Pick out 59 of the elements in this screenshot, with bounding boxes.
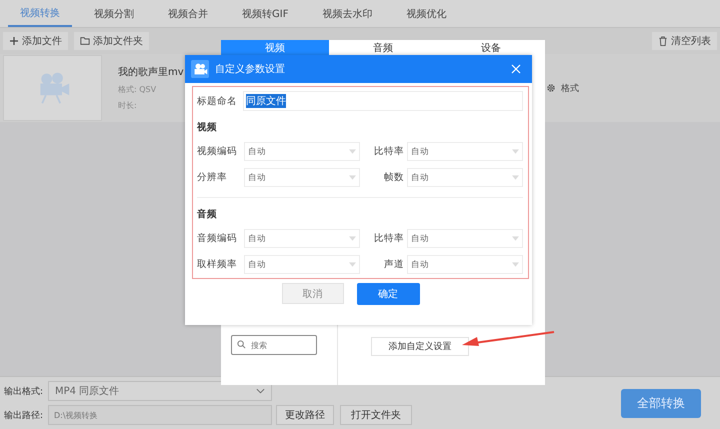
add-file-button[interactable]: 添加文件	[3, 32, 68, 50]
cancel-button[interactable]: 取消	[282, 283, 344, 304]
dropdown-arrow-icon	[349, 149, 356, 154]
output-format-dropdown[interactable]: MP4 同原文件	[48, 381, 272, 401]
add-folder-button[interactable]: 添加文件夹	[74, 32, 149, 50]
clear-list-button[interactable]: 清空列表	[652, 32, 717, 50]
setting-dropdown[interactable]: 自动	[407, 168, 523, 187]
setting-dropdown[interactable]: 自动	[407, 229, 523, 248]
field-label: 帧数	[383, 171, 404, 184]
trash-icon	[658, 36, 668, 46]
chevron-down-icon	[256, 388, 265, 394]
title-naming-field[interactable]: 同原文件	[243, 91, 523, 111]
file-format: 格式: QSV	[118, 84, 156, 95]
format-button[interactable]: 格式	[546, 82, 579, 94]
section-heading: 视频	[197, 121, 217, 134]
gear-icon	[546, 83, 556, 93]
dropdown-arrow-icon	[512, 262, 519, 267]
dropdown-arrow-icon	[512, 236, 519, 241]
setting-dropdown[interactable]: 自动	[407, 255, 523, 274]
top-tab[interactable]: 视频合并	[156, 0, 220, 27]
open-folder-button[interactable]: 打开文件夹	[340, 405, 412, 425]
field-label: 声道	[383, 258, 404, 271]
setting-dropdown[interactable]: 自动	[244, 142, 360, 161]
section-heading: 音频	[197, 208, 217, 221]
top-tab[interactable]: 视频分割	[82, 0, 146, 27]
search-field[interactable]: 搜索	[231, 335, 317, 355]
dialog-title: 自定义参数设置	[215, 62, 285, 76]
output-format-label: 输出格式:	[4, 386, 44, 398]
file-duration: 时长:	[118, 100, 137, 111]
dropdown-arrow-icon	[349, 175, 356, 180]
dropdown-arrow-icon	[512, 175, 519, 180]
file-name: 我的歌声里mv	[118, 66, 184, 79]
top-tab[interactable]: 视频优化	[394, 0, 458, 27]
field-label: 比特率	[373, 232, 404, 245]
setting-dropdown[interactable]: 自动	[244, 168, 360, 187]
dropdown-arrow-icon	[512, 149, 519, 154]
field-label: 分辨率	[197, 171, 228, 184]
ok-button[interactable]: 确定	[356, 283, 420, 305]
setting-dropdown[interactable]: 自动	[407, 142, 523, 161]
film-camera-icon	[191, 60, 209, 78]
change-path-button[interactable]: 更改路径	[276, 405, 334, 425]
field-label: 视频编码	[197, 145, 238, 158]
close-button[interactable]	[510, 63, 522, 75]
dropdown-arrow-icon	[349, 236, 356, 241]
output-path-label: 输出路径:	[4, 410, 44, 422]
dropdown-arrow-icon	[349, 262, 356, 267]
title-naming-label: 标题命名	[197, 94, 237, 108]
field-label: 音频编码	[197, 232, 238, 245]
setting-dropdown[interactable]: 自动	[244, 229, 360, 248]
field-label: 比特率	[373, 145, 404, 158]
search-icon	[237, 340, 246, 349]
plus-icon	[9, 36, 19, 46]
output-path-field[interactable]: D:\视频转换	[48, 405, 272, 425]
setting-dropdown[interactable]: 自动	[244, 255, 360, 274]
add-custom-setting-button[interactable]: 添加自定义设置	[371, 337, 469, 356]
folder-icon	[80, 36, 90, 46]
top-tab[interactable]: 视频转GIF	[230, 0, 300, 27]
top-tab[interactable]: 视频去水印	[310, 0, 384, 27]
field-label: 取样频率	[197, 258, 238, 271]
